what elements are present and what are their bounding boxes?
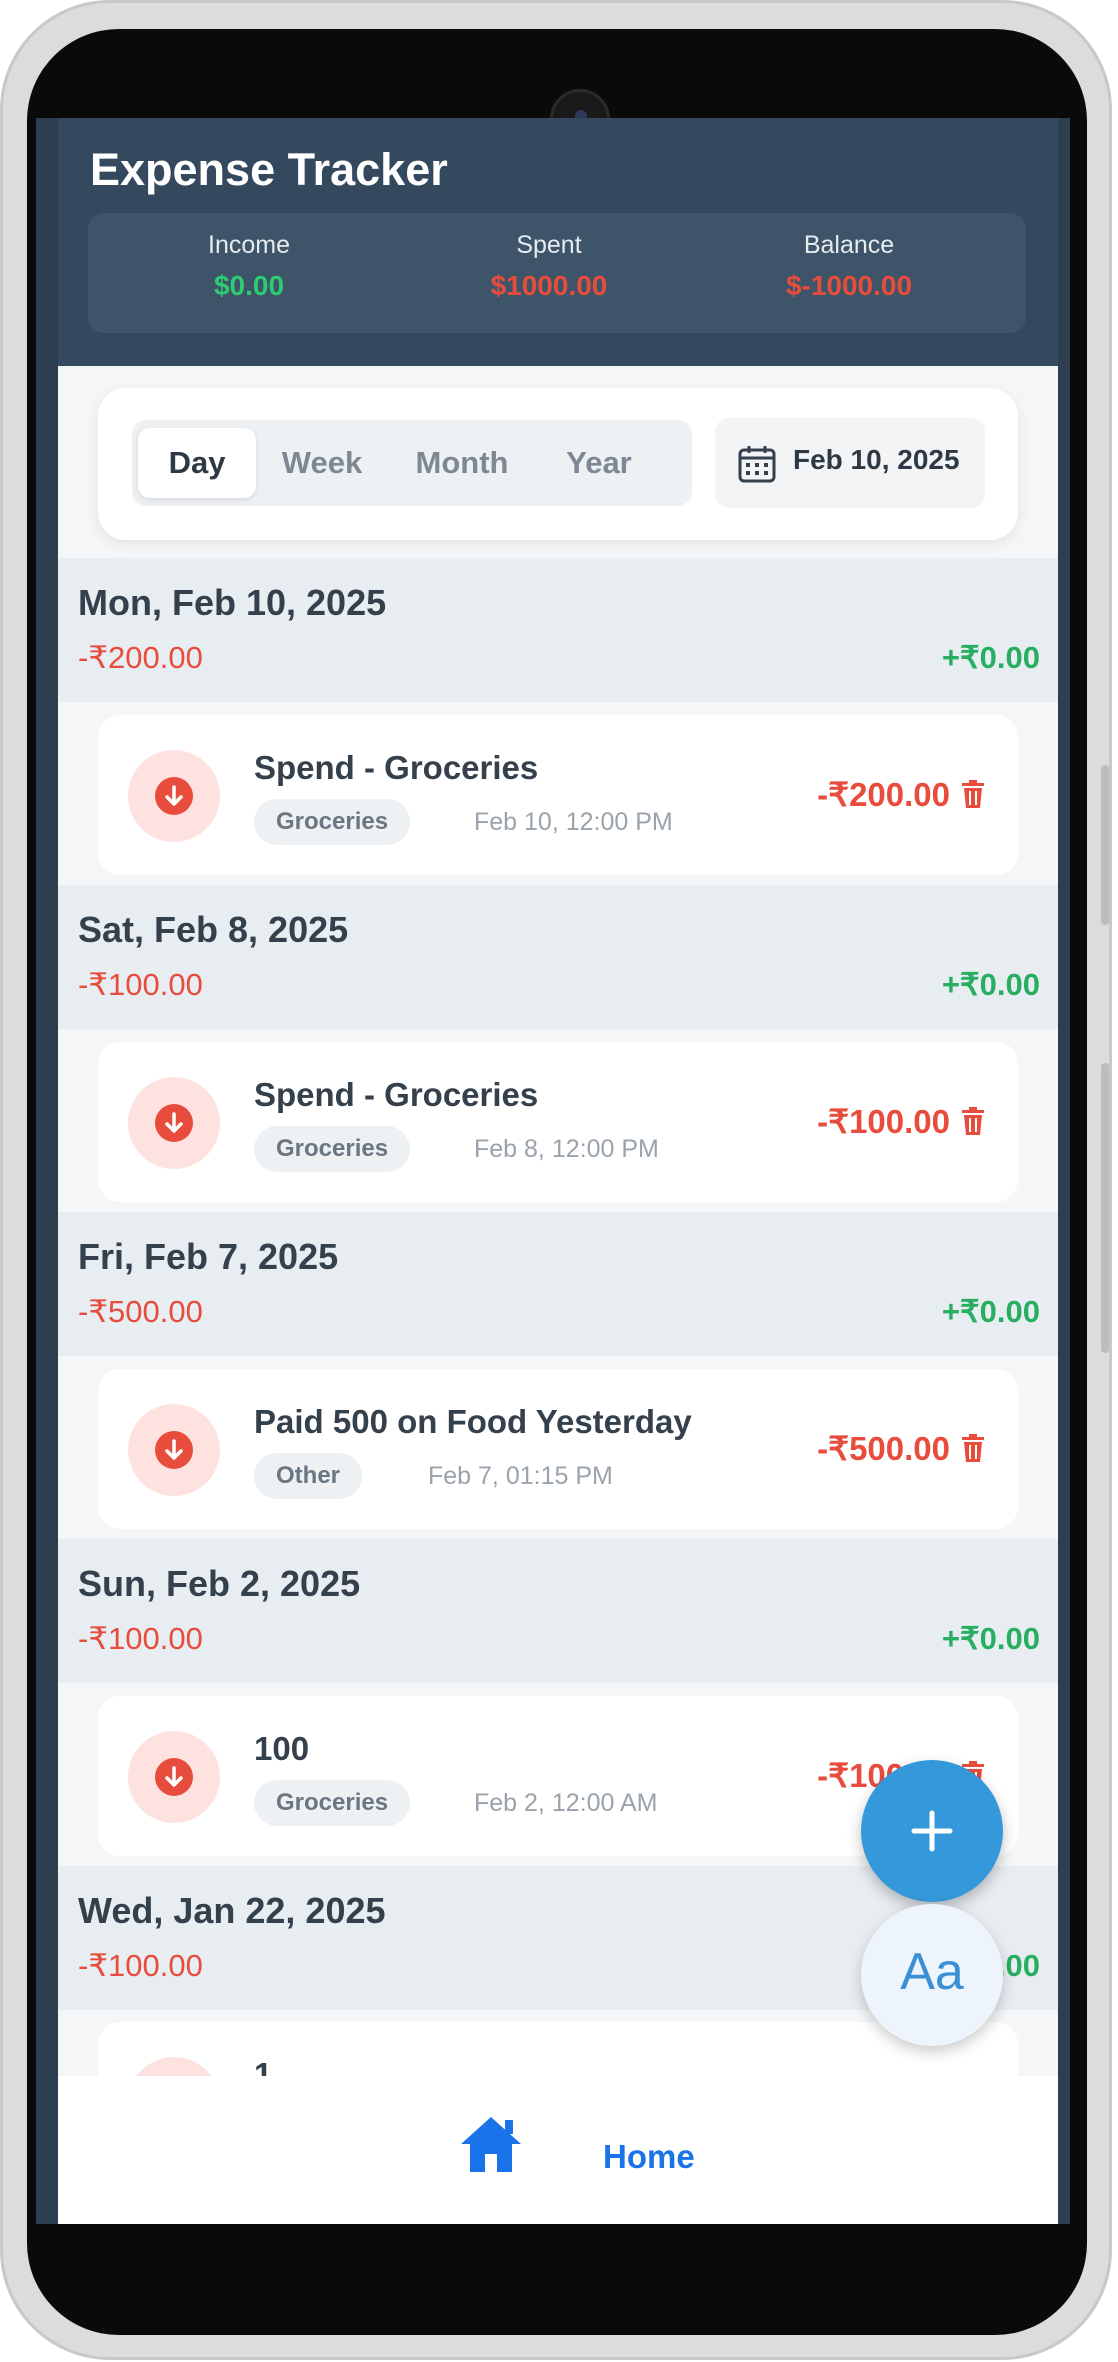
day-header: Sat, Feb 8, 2025 -₹100.00 +₹0.00 <box>58 885 1058 1029</box>
transaction-time: Feb 7, 01:15 PM <box>428 1462 613 1490</box>
date-picker-button[interactable]: Feb 10, 2025 <box>715 418 985 508</box>
side-button <box>1101 765 1109 925</box>
bottom-nav: Home <box>58 2076 1058 2224</box>
transaction-card[interactable]: 1 <box>98 2022 1018 2076</box>
spent-summary: Spent $1000.00 <box>399 231 699 302</box>
income-label: Income <box>208 231 290 259</box>
tab-day[interactable]: Day <box>138 428 256 498</box>
category-badge: Groceries <box>254 1780 411 1826</box>
day-spent-total: -₹100.00 <box>78 967 203 1002</box>
day-date: Fri, Feb 7, 2025 <box>78 1236 339 1277</box>
day-spent-total: -₹100.00 <box>78 1621 203 1656</box>
filter-card: Day Week Month Year Feb 10, 2025 <box>98 388 1018 540</box>
category-badge: Other <box>254 1453 363 1499</box>
delete-icon[interactable] <box>960 1433 986 1463</box>
tab-month[interactable]: Month <box>388 428 536 498</box>
transaction-title: Spend - Groceries <box>254 749 539 786</box>
income-summary: Income $0.00 <box>99 231 399 302</box>
day-header: Mon, Feb 10, 2025 -₹200.00 +₹0.00 <box>58 558 1058 702</box>
category-badge: Groceries <box>254 799 411 845</box>
transaction-time: Feb 2, 12:00 AM <box>474 1789 658 1817</box>
transaction-card[interactable]: Paid 500 on Food Yesterday Other Feb 7, … <box>98 1369 1018 1529</box>
expense-icon <box>128 2057 220 2076</box>
day-date: Mon, Feb 10, 2025 <box>78 582 387 623</box>
transaction-amount: -₹100.00 <box>817 1103 950 1140</box>
transaction-title: Paid 500 on Food Yesterday <box>254 1403 692 1440</box>
category-badge: Groceries <box>254 1126 411 1172</box>
transaction-time: Feb 8, 12:00 PM <box>474 1135 659 1163</box>
delete-icon[interactable] <box>960 1106 986 1136</box>
income-value: $0.00 <box>213 270 285 301</box>
tab-week[interactable]: Week <box>260 428 384 498</box>
font-size-button[interactable]: Aa <box>861 1904 1003 2046</box>
day-header: Sun, Feb 2, 2025 -₹100.00 +₹0.00 <box>58 1539 1058 1683</box>
home-icon <box>461 2117 521 2172</box>
side-button <box>1101 1063 1109 1353</box>
day-spent-total: -₹200.00 <box>78 640 203 675</box>
transaction-title: 100 <box>254 1730 310 1767</box>
day-spent-total: -₹500.00 <box>78 1294 203 1329</box>
add-transaction-button[interactable] <box>861 1760 1003 1902</box>
balance-value: $-1000.00 <box>785 270 913 301</box>
expense-icon <box>128 1077 220 1169</box>
day-spent-total: -₹100.00 <box>78 1948 203 1983</box>
spent-value: $1000.00 <box>490 270 608 301</box>
font-size-label: Aa <box>900 1943 964 2001</box>
app-screen: Expense Tracker Income $0.00 Spent $1000… <box>36 118 1070 2224</box>
day-income-total: +₹0.00 <box>941 1294 1040 1329</box>
transaction-amount: -₹500.00 <box>817 1430 950 1467</box>
day-date: Sat, Feb 8, 2025 <box>78 909 349 950</box>
expense-icon <box>128 1404 220 1496</box>
app-header: Expense Tracker Income $0.00 Spent $1000… <box>58 118 1058 366</box>
transaction-card[interactable]: Spend - Groceries Groceries Feb 8, 12:00… <box>98 1042 1018 1202</box>
tab-year[interactable]: Year <box>540 428 658 498</box>
period-selector: Day Week Month Year <box>132 420 692 506</box>
calendar-icon <box>738 446 776 483</box>
day-income-total: +₹0.00 <box>941 640 1040 675</box>
day-date: Sun, Feb 2, 2025 <box>78 1563 361 1604</box>
expense-icon <box>128 750 220 842</box>
delete-icon[interactable] <box>960 779 986 809</box>
transaction-time: Feb 10, 12:00 PM <box>474 808 673 836</box>
summary-card: Income $0.00 Spent $1000.00 Balance $-10… <box>88 213 1026 333</box>
plus-icon <box>911 1810 953 1852</box>
transaction-amount: -₹200.00 <box>817 776 950 813</box>
transaction-title: Spend - Groceries <box>254 1076 539 1113</box>
balance-summary: Balance $-1000.00 <box>699 231 999 302</box>
spent-label: Spent <box>516 231 582 259</box>
selected-date: Feb 10, 2025 <box>793 444 960 475</box>
day-date: Wed, Jan 22, 2025 <box>78 1890 386 1931</box>
day-income-total: +₹0.00 <box>941 1621 1040 1656</box>
balance-label: Balance <box>803 231 895 259</box>
transaction-card[interactable]: Spend - Groceries Groceries Feb 10, 12:0… <box>98 715 1018 875</box>
transaction-title: 1 <box>254 2056 273 2076</box>
nav-home-label: Home <box>603 2138 695 2175</box>
app-title: Expense Tracker <box>90 144 448 195</box>
expense-icon <box>128 1731 220 1823</box>
day-income-total: +₹0.00 <box>941 967 1040 1002</box>
day-header: Fri, Feb 7, 2025 -₹500.00 +₹0.00 <box>58 1212 1058 1356</box>
